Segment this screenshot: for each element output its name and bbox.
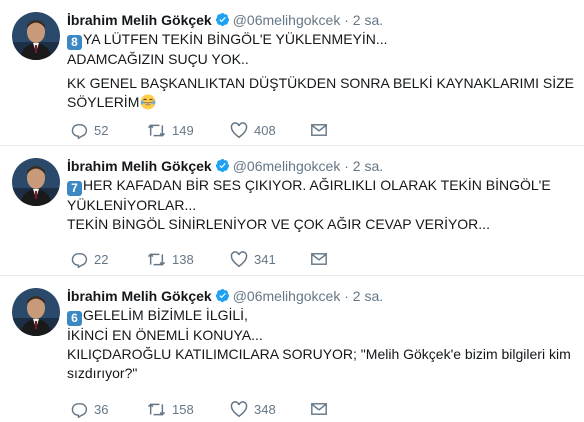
reply-button[interactable]: 52	[71, 121, 108, 139]
tweet-line: sızdırıyor?"	[67, 365, 138, 381]
direct-message-button[interactable]	[311, 400, 327, 418]
reply-count: 22	[94, 251, 109, 267]
like-count: 348	[254, 401, 276, 417]
tweet-line: KILIÇDAROĞLU KATILIMCILARA SORUYOR; "Mel…	[67, 346, 571, 362]
timestamp[interactable]: 2 sa.	[353, 158, 383, 174]
envelope-icon	[311, 124, 327, 136]
heart-icon	[230, 121, 248, 138]
tweet-text: 6 GELELİM BİZİMLE İLGİLİ, İKİNCİ EN ÖNEML…	[67, 306, 575, 383]
retweet-icon	[147, 123, 166, 137]
retweet-count: 149	[172, 122, 194, 138]
reply-count: 36	[94, 401, 109, 417]
tweet-line: YÜKLENİYORLAR...	[67, 197, 197, 213]
avatar[interactable]	[12, 12, 60, 60]
retweet-count: 158	[172, 401, 194, 417]
avatar[interactable]	[12, 288, 60, 336]
keycap-emoji: 8	[67, 35, 82, 50]
tweet-header: İbrahim Melih Gökçek @06melihgokcek · 2 s…	[67, 286, 383, 306]
author-name[interactable]: İbrahim Melih Gökçek	[67, 12, 212, 28]
tweet[interactable]: İbrahim Melih Gökçek @06melihgokcek · 2 s…	[0, 146, 584, 276]
reply-icon	[71, 252, 88, 268]
timestamp[interactable]: 2 sa.	[353, 12, 383, 28]
tweet-line: GELELİM BİZİMLE İLGİLİ,	[83, 307, 248, 323]
heart-icon	[230, 250, 248, 267]
like-count: 408	[254, 122, 276, 138]
retweet-button[interactable]: 138	[147, 250, 194, 268]
verified-badge-icon	[215, 288, 230, 303]
retweet-button[interactable]: 158	[147, 400, 194, 418]
verified-badge-icon	[215, 158, 230, 173]
tweet-header: İbrahim Melih Gökçek @06melihgokcek · 2 s…	[67, 10, 383, 30]
reply-button[interactable]: 36	[71, 400, 108, 418]
tweet-text: 7 HER KAFADAN BİR SES ÇIKIYOR. AĞIRLIKLI …	[67, 176, 575, 234]
retweet-button[interactable]: 149	[147, 121, 194, 139]
laughing-emoji-icon	[140, 94, 156, 110]
avatar[interactable]	[12, 158, 60, 206]
like-count: 341	[254, 251, 276, 267]
tweet-line: KK GENEL BAŞKANLIKTAN DÜŞTÜKDEN SONRA BE…	[67, 75, 574, 91]
envelope-icon	[311, 403, 327, 415]
like-button[interactable]: 408	[230, 121, 276, 139]
like-button[interactable]: 348	[230, 400, 276, 418]
keycap-emoji: 6	[67, 311, 82, 326]
author-handle[interactable]: @06melihgokcek	[233, 12, 341, 28]
tweet-line: HER KAFADAN BİR SES ÇIKIYOR. AĞIRLIKLI O…	[83, 177, 551, 193]
retweet-icon	[147, 252, 166, 266]
tweet-text: 8 YA LÜTFEN TEKİN BİNGÖL'E YÜKLENMEYİN...…	[67, 30, 575, 112]
author-handle[interactable]: @06melihgokcek	[233, 288, 341, 304]
reply-count: 52	[94, 122, 109, 138]
reply-icon	[71, 123, 88, 139]
tweet-line: TEKİN BİNGÖL SİNİRLENİYOR VE ÇOK AĞIR CE…	[67, 216, 490, 232]
tweet[interactable]: İbrahim Melih Gökçek @06melihgokcek · 2 s…	[0, 276, 584, 422]
tweet-line: SÖYLERİM	[67, 94, 140, 110]
author-name[interactable]: İbrahim Melih Gökçek	[67, 158, 212, 174]
direct-message-button[interactable]	[311, 121, 327, 139]
reply-button[interactable]: 22	[71, 250, 108, 268]
timestamp[interactable]: 2 sa.	[353, 288, 383, 304]
reply-icon	[71, 402, 88, 418]
direct-message-button[interactable]	[311, 250, 327, 268]
separator-dot: ·	[344, 12, 349, 28]
verified-badge-icon	[215, 12, 230, 27]
envelope-icon	[311, 253, 327, 265]
tweet-line: İKİNCİ EN ÖNEMLİ KONUYA...	[67, 327, 263, 343]
tweet-line: YA LÜTFEN TEKİN BİNGÖL'E YÜKLENMEYİN...	[83, 31, 388, 47]
heart-icon	[230, 400, 248, 417]
tweet[interactable]: İbrahim Melih Gökçek @06melihgokcek · 2 s…	[0, 0, 584, 146]
like-button[interactable]: 341	[230, 250, 276, 268]
author-handle[interactable]: @06melihgokcek	[233, 158, 341, 174]
tweet-line: ADAMCAĞIZIN SUÇU YOK..	[67, 51, 249, 67]
retweet-count: 138	[172, 251, 194, 267]
separator-dot: ·	[344, 158, 349, 174]
retweet-icon	[147, 402, 166, 416]
tweet-header: İbrahim Melih Gökçek @06melihgokcek · 2 s…	[67, 156, 383, 176]
author-name[interactable]: İbrahim Melih Gökçek	[67, 288, 212, 304]
keycap-emoji: 7	[67, 181, 82, 196]
separator-dot: ·	[344, 288, 349, 304]
